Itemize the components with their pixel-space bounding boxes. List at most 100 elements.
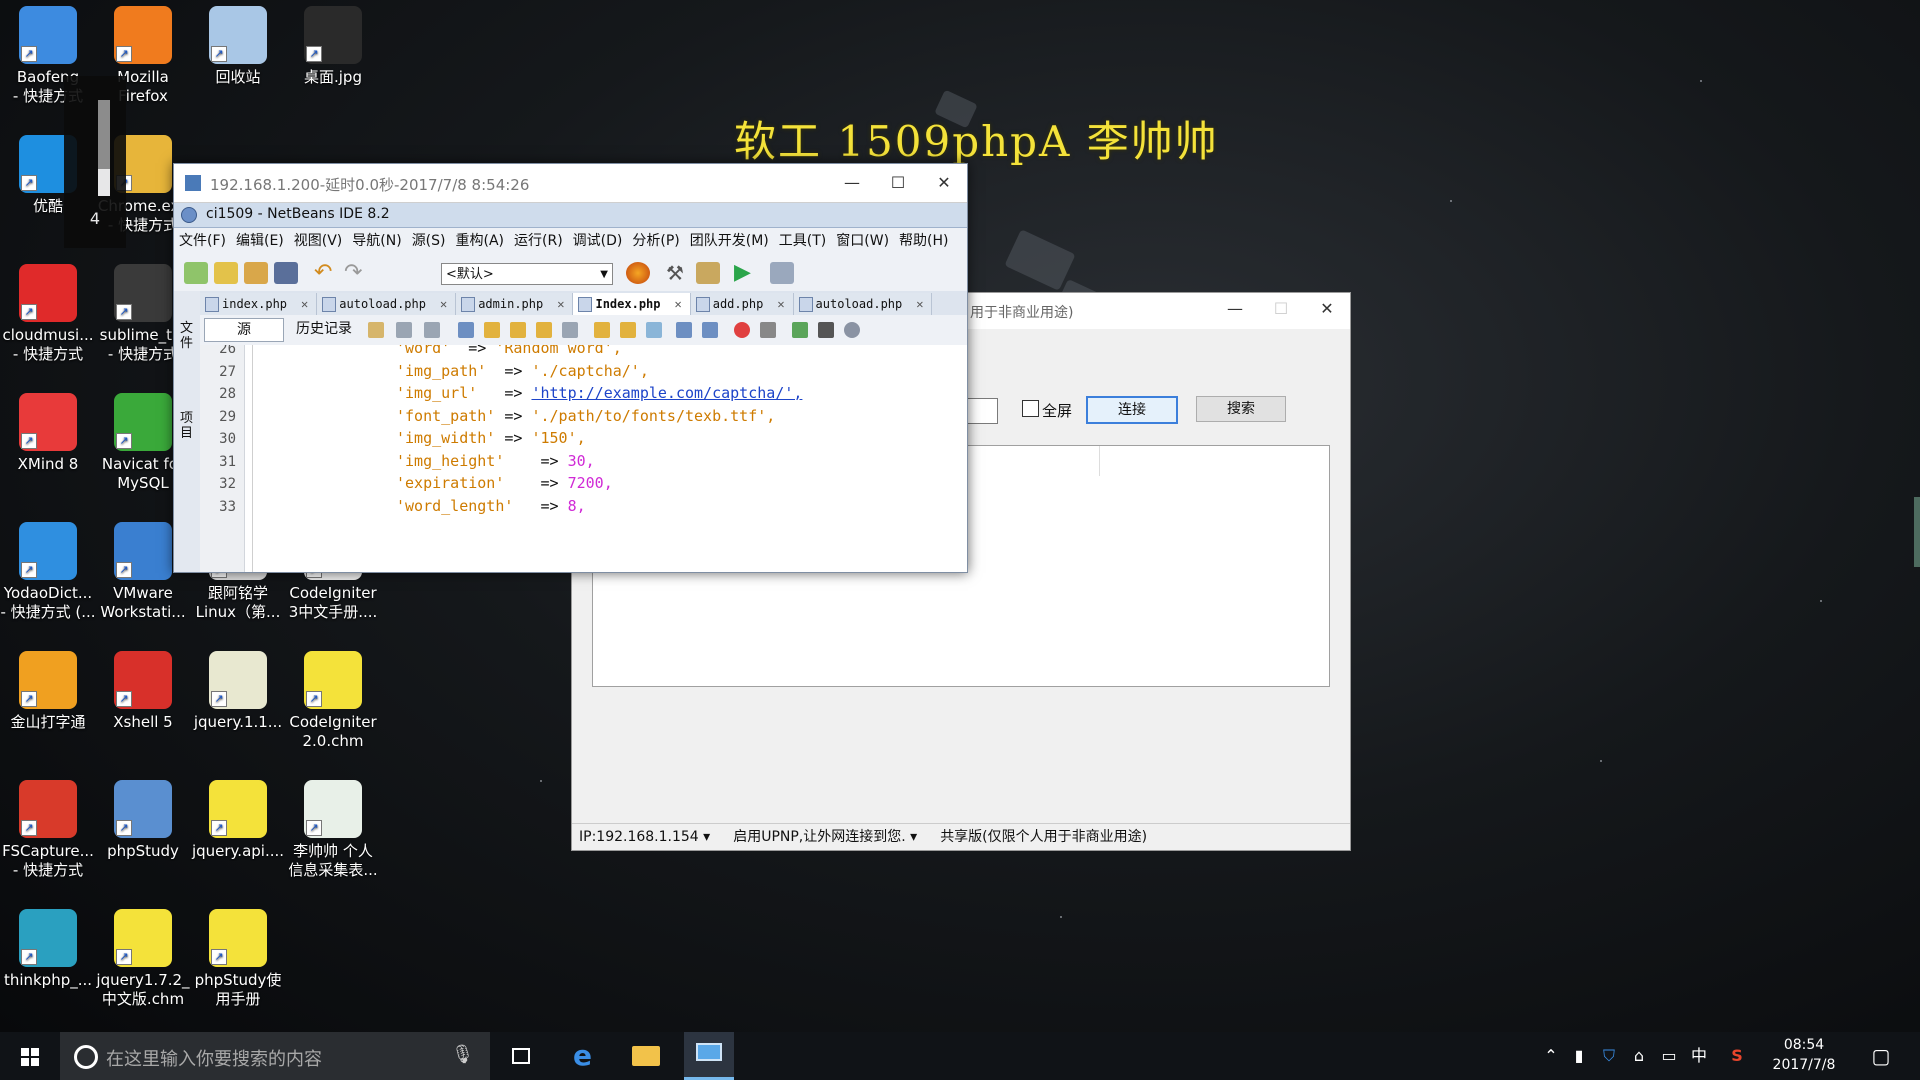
desktop-icon[interactable]: ↗ phpStudy	[95, 774, 191, 861]
desktop-icon[interactable]: ↗ XMind 8	[0, 387, 96, 474]
maximize-button[interactable]: ☐	[875, 167, 921, 199]
desktop-icon[interactable]: ↗ cloudmusi... - 快捷方式	[0, 258, 96, 364]
start-macro-icon[interactable]	[734, 322, 750, 338]
uncomment-icon[interactable]	[818, 322, 834, 338]
tray-app-icon[interactable]: ▮	[1566, 1032, 1592, 1080]
search-button[interactable]: 搜索	[1196, 396, 1286, 422]
forward-icon[interactable]	[424, 322, 440, 338]
fullscreen-checkbox[interactable]	[1022, 400, 1039, 417]
taskbar-search[interactable]: 在这里输入你要搜索的内容 🎙	[60, 1032, 490, 1080]
menu-item[interactable]: 编辑(E)	[231, 228, 289, 254]
comment-icon[interactable]	[792, 322, 808, 338]
shift-left-icon[interactable]	[676, 322, 692, 338]
maximize-button[interactable]: ☐	[1258, 293, 1304, 325]
notifications-icon[interactable]: ▢	[1866, 1032, 1896, 1080]
desktop-icon[interactable]: ↗ thinkphp_...	[0, 903, 96, 990]
back-icon[interactable]	[396, 322, 412, 338]
browser-icon[interactable]	[626, 262, 650, 284]
close-tab-icon[interactable]: ✕	[301, 293, 308, 315]
clean-build-icon[interactable]	[696, 262, 720, 284]
run-icon[interactable]: ▶	[734, 262, 758, 284]
menu-item[interactable]: 调试(D)	[568, 228, 628, 254]
close-tab-icon[interactable]: ✕	[675, 293, 682, 315]
shield-icon[interactable]: ⛉	[1596, 1032, 1622, 1080]
minimize-button[interactable]: —	[829, 167, 875, 199]
battery-icon[interactable]: ▭	[1656, 1032, 1682, 1080]
status-upnp[interactable]: 启用UPNP,让外网连接到您. ▾	[733, 829, 917, 845]
editor-tab[interactable]: Index.php ✕	[573, 293, 691, 315]
remote-desktop-button[interactable]	[684, 1032, 734, 1080]
toggle-bookmark-icon[interactable]	[646, 322, 662, 338]
close-tab-icon[interactable]: ✕	[916, 293, 923, 315]
menu-item[interactable]: 帮助(H)	[894, 228, 953, 254]
find-icon[interactable]	[458, 322, 474, 338]
close-button[interactable]: ✕	[1304, 293, 1350, 325]
file-explorer-button[interactable]	[620, 1032, 670, 1080]
connect-button[interactable]: 连接	[1086, 396, 1178, 424]
build-hammer-icon[interactable]: ⚒	[666, 262, 690, 284]
taskbar-clock[interactable]: 08:54 2017/7/8	[1768, 1035, 1840, 1075]
close-tab-icon[interactable]: ✕	[557, 293, 564, 315]
desktop-icon[interactable]: ↗ CodeIgniter 2.0.chm	[285, 645, 381, 751]
desktop-icon[interactable]: ↗ 桌面.jpg	[285, 0, 381, 87]
desktop-icon[interactable]: ↗ jquery.1.1...	[190, 645, 286, 732]
side-handle[interactable]	[1914, 497, 1920, 567]
ime-indicator[interactable]: 中	[1686, 1032, 1712, 1080]
sogou-ime-icon[interactable]: S	[1724, 1032, 1750, 1080]
new-file-icon[interactable]	[184, 262, 208, 284]
menu-item[interactable]: 运行(R)	[509, 228, 568, 254]
close-tab-icon[interactable]: ✕	[440, 293, 447, 315]
menu-item[interactable]: 重构(A)	[451, 228, 510, 254]
desktop-icon[interactable]: ↗ jquery.api....	[190, 774, 286, 861]
redo-icon[interactable]: ↷	[344, 262, 368, 284]
database-icon[interactable]	[844, 322, 860, 338]
volume-bar[interactable]	[98, 100, 110, 196]
undo-icon[interactable]: ↶	[314, 262, 338, 284]
editor-tab[interactable]: admin.php ✕	[456, 293, 574, 315]
desktop-icon[interactable]: ↗ 李帅帅 个人 信息采集表...	[285, 774, 381, 880]
find-previous-icon[interactable]	[484, 322, 500, 338]
editor-tab[interactable]: autoload.php ✕	[317, 293, 457, 315]
desktop-icon[interactable]: ↗ phpStudy使 用手册	[190, 903, 286, 1009]
history-tab[interactable]: 历史记录	[292, 318, 356, 340]
minimize-button[interactable]: —	[1212, 293, 1258, 325]
menu-item[interactable]: 导航(N)	[347, 228, 406, 254]
desktop-icon[interactable]: ↗ FSCapture... - 快捷方式	[0, 774, 96, 880]
toggle-highlight-icon[interactable]	[536, 322, 552, 338]
new-project-icon[interactable]	[214, 262, 238, 284]
config-combo[interactable]: <默认> ▼	[441, 263, 613, 285]
menu-item[interactable]: 视图(V)	[289, 228, 348, 254]
close-tab-icon[interactable]: ✕	[777, 293, 784, 315]
start-button[interactable]	[0, 1032, 60, 1080]
menu-item[interactable]: 文件(F)	[174, 228, 231, 254]
save-all-icon[interactable]	[274, 262, 298, 284]
menu-item[interactable]: 窗口(W)	[831, 228, 894, 254]
netbeans-titlebar[interactable]: ci1509 - NetBeans IDE 8.2	[174, 203, 967, 228]
editor-tab[interactable]: index.php ✕	[200, 293, 318, 315]
edge-button[interactable]: e	[560, 1032, 610, 1080]
menu-item[interactable]: 分析(P)	[627, 228, 684, 254]
prev-bookmark-icon[interactable]	[594, 322, 610, 338]
desktop-icon[interactable]: ↗ jquery1.7.2_ 中文版.chm	[95, 903, 191, 1009]
desktop-icon[interactable]: ↗ YodaoDict... - 快捷方式 (...	[0, 516, 96, 622]
code-editor[interactable]: 26 'word' => 'Random word', 27 'img_path' =…	[200, 345, 967, 572]
menu-item[interactable]: 团队开发(M)	[685, 228, 774, 254]
desktop-icon[interactable]: ↗ 回收站	[190, 0, 286, 87]
stop-macro-icon[interactable]	[760, 322, 776, 338]
editor-tab[interactable]: autoload.php ✕	[793, 293, 933, 315]
menu-item[interactable]: 源(S)	[407, 228, 451, 254]
editor-tab[interactable]: add.php ✕	[690, 293, 794, 315]
menu-item[interactable]: 工具(T)	[774, 228, 831, 254]
find-next-icon[interactable]	[510, 322, 526, 338]
last-edit-icon[interactable]	[368, 322, 384, 338]
desktop-icon[interactable]: ↗ 金山打字通	[0, 645, 96, 732]
microphone-icon[interactable]: 🎙	[451, 1044, 474, 1065]
network-icon[interactable]: ⌂	[1626, 1032, 1652, 1080]
toggle-rect-select-icon[interactable]	[562, 322, 578, 338]
task-view-button[interactable]	[496, 1032, 546, 1080]
debug-icon[interactable]	[770, 262, 794, 284]
show-hidden-icons-icon[interactable]: ⌃	[1538, 1032, 1564, 1080]
next-bookmark-icon[interactable]	[620, 322, 636, 338]
desktop-icon[interactable]: ↗ Xshell 5	[95, 645, 191, 732]
status-ip[interactable]: IP:192.168.1.154 ▾	[579, 829, 710, 845]
